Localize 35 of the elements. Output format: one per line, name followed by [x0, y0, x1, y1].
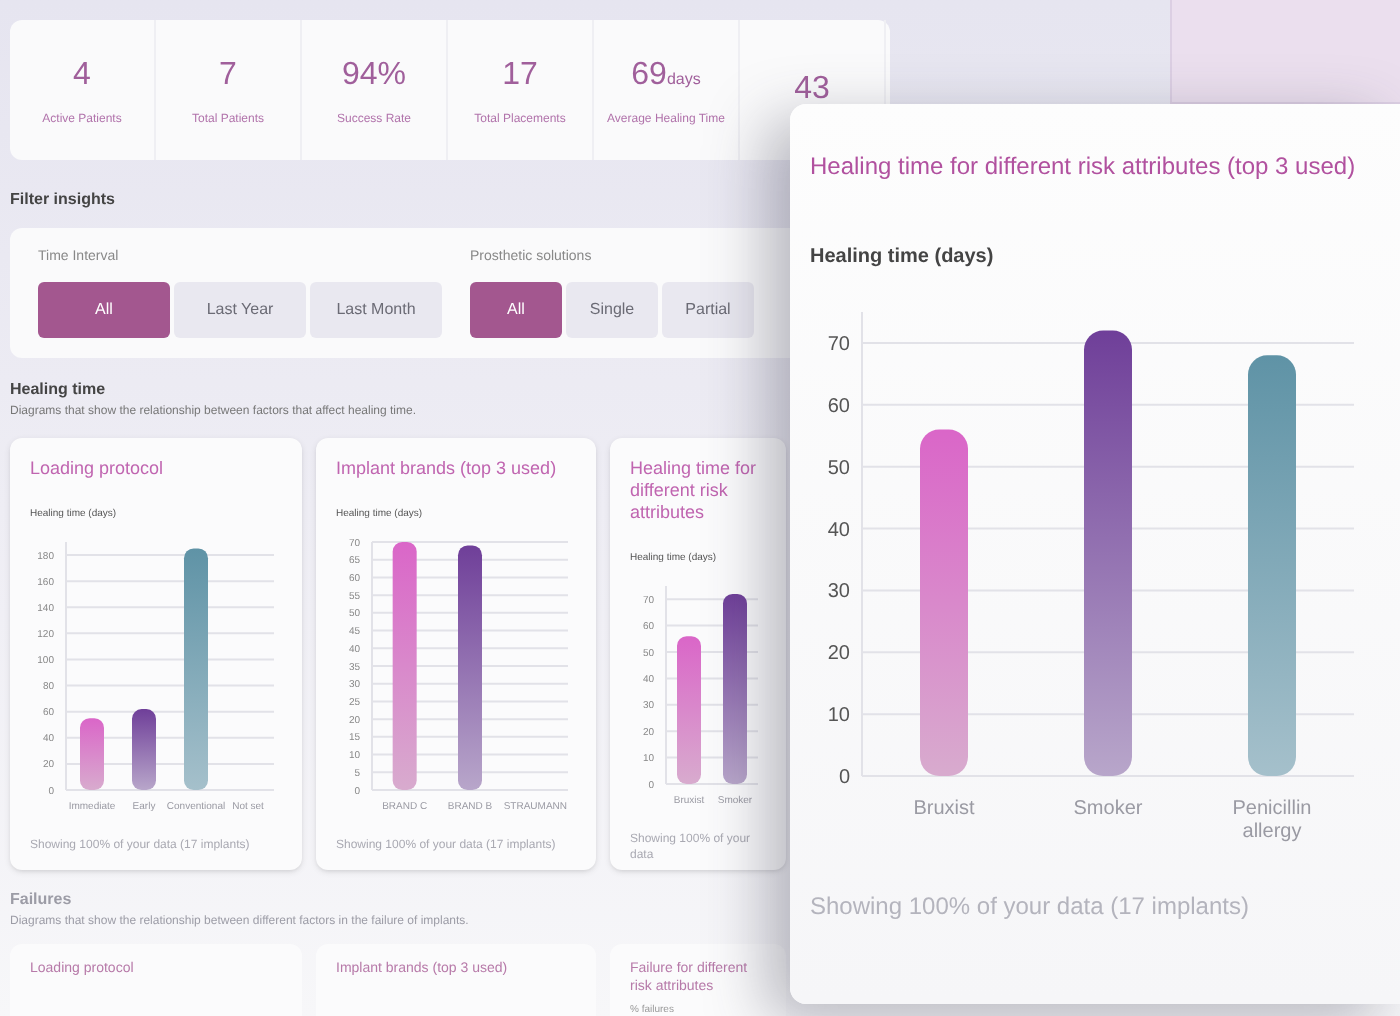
- stat-value: 17: [502, 55, 538, 95]
- tick-label: 40: [827, 519, 850, 542]
- tick-label: 60: [827, 395, 850, 418]
- card-title: Implant brands (top 3 used): [336, 457, 559, 479]
- chart-bar: [132, 709, 156, 790]
- card-title: Healing time for different risk attributes: [630, 457, 759, 523]
- tick-label: 70: [827, 333, 850, 356]
- card-footer: Showing 100% of your data (17 implants): [810, 888, 1249, 924]
- stat-value: 43: [794, 70, 830, 110]
- tick-label: 20: [827, 643, 850, 666]
- filter-option[interactable]: All: [38, 281, 170, 337]
- card-title: Loading protocol: [30, 457, 166, 479]
- filter-option[interactable]: Partial: [662, 281, 754, 337]
- filter-option[interactable]: Last Year: [174, 281, 306, 337]
- section-title: Failures: [10, 887, 72, 911]
- tick-label: 10: [827, 705, 850, 728]
- stat-unit: days: [666, 67, 701, 91]
- section-title: Healing time: [10, 377, 106, 401]
- stat-value: 4: [73, 55, 91, 95]
- card-title: Healing time for different risk attributes (top 3 used): [810, 152, 1356, 182]
- tick-label: 30: [827, 581, 850, 604]
- axis-label: Penicillin allergy: [1232, 798, 1312, 843]
- filter-option[interactable]: Last Month: [310, 281, 442, 337]
- chart-bar: [80, 718, 104, 790]
- axis-label: Bruxist: [913, 798, 975, 820]
- axis-title: Healing time (days): [810, 244, 994, 272]
- section-title: Filter insights: [10, 188, 115, 212]
- axis-label: Smoker: [1073, 798, 1143, 820]
- tick-label: 0: [838, 767, 850, 789]
- filter-option[interactable]: All: [470, 281, 562, 337]
- stat-value: 69: [631, 55, 667, 95]
- filter-option[interactable]: Single: [566, 281, 658, 337]
- stat-value: 7: [219, 55, 237, 95]
- tick-label: 50: [827, 457, 850, 480]
- stat-value: 94%: [341, 55, 407, 95]
